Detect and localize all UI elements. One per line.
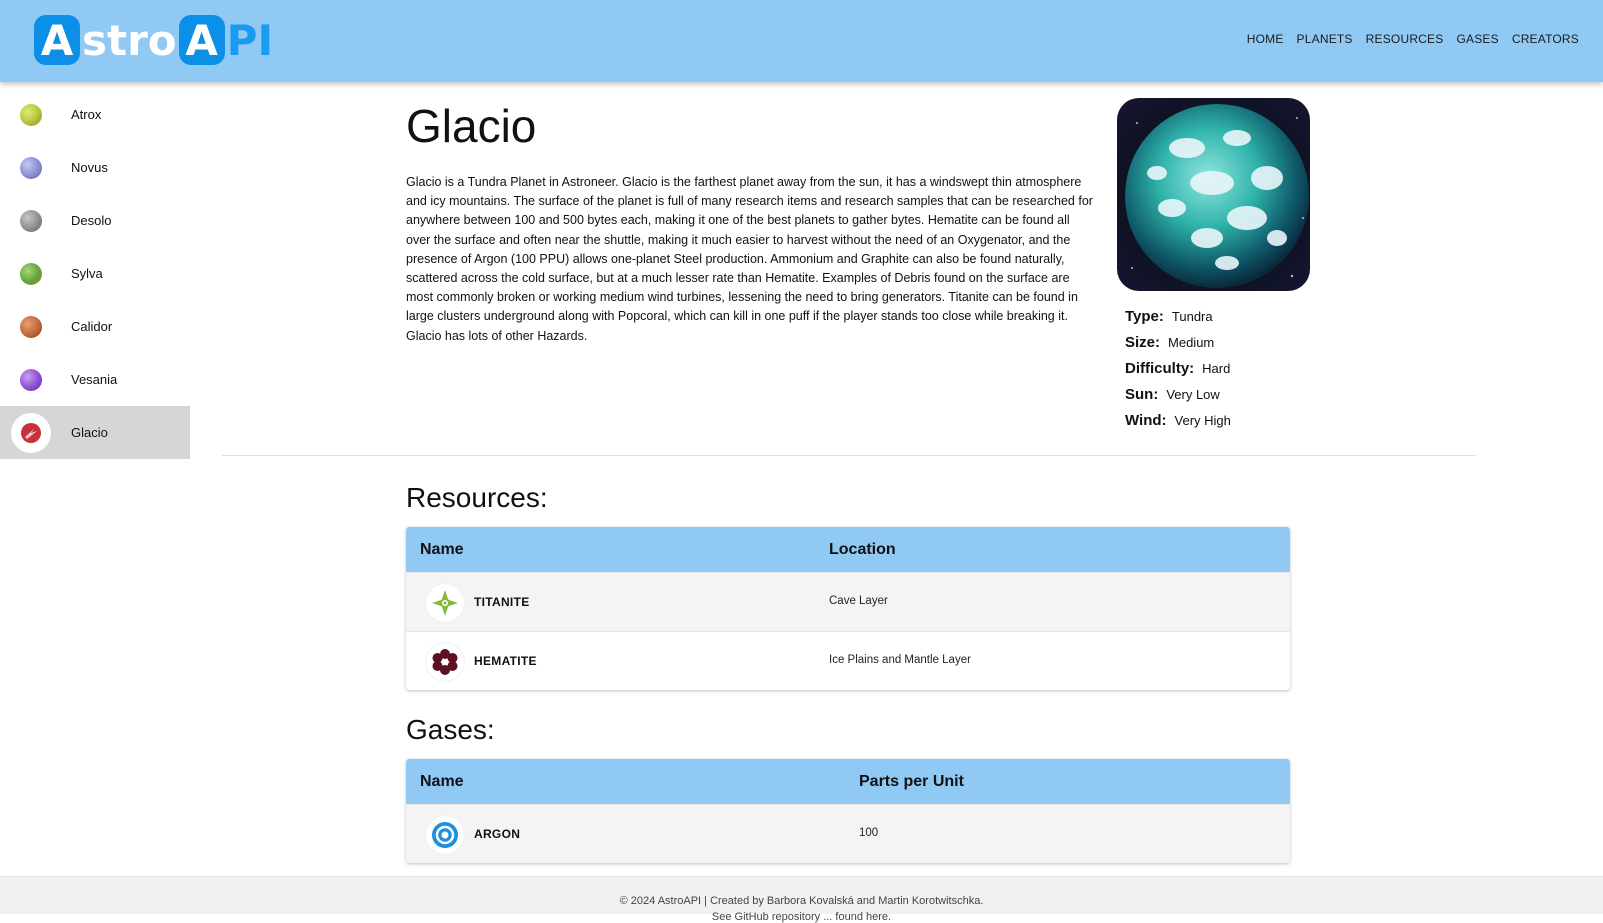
planet-description: Glacio is a Tundra Planet in Astroneer. … [406,175,1093,343]
table-row[interactable]: ARGON 100 [406,804,1290,863]
argon-icon [426,816,464,854]
planet-novus-icon [20,156,42,179]
stat-label: Difficulty: [1125,360,1195,377]
page-title: Glacio [406,100,537,152]
sidebar-item-vesania[interactable]: Vesania [0,353,190,406]
column-header-name: Name [420,773,464,790]
stat-sun: Sun: Very Low [1125,386,1231,412]
hematite-icon [426,643,464,681]
resource-location: Ice Plains and Mantle Layer [829,654,971,666]
resources-table: Name Location TITANITE Cave Layer HEMATI… [406,527,1290,690]
sidebar-item-sylva[interactable]: Sylva [0,247,190,300]
planet-atrox-icon [20,103,42,126]
planet-image [1117,98,1310,291]
planet-stats: Type: Tundra Size: Medium Difficulty: Hard … [1125,308,1231,438]
footer-credits: © 2024 AstroAPI | Created by Barbora Kov… [619,895,984,907]
sidebar-item-label: Calidor [71,319,113,334]
sidebar-item-glacio[interactable]: Glacio [0,406,190,459]
stat-value: Medium [1168,335,1215,350]
stat-size: Size: Medium [1125,334,1231,360]
table-row[interactable]: TITANITE Cave Layer [406,572,1290,631]
sidebar-item-label: Desolo [71,213,112,228]
stat-label: Wind: [1125,412,1167,429]
table-row[interactable]: HEMATITE Ice Plains and Mantle Layer [406,631,1290,690]
resource-name: TITANITE [474,595,530,609]
gas-ppu: 100 [859,827,879,839]
resource-location: Cave Layer [829,595,888,607]
stat-value: Very High [1174,413,1231,428]
gases-table: Name Parts per Unit ARGON 100 [406,759,1290,863]
planet-sylva-icon [20,262,42,285]
resources-heading: Resources: [406,482,548,513]
gases-heading: Gases: [406,714,495,745]
titanite-icon [426,584,464,622]
sidebar-item-desolo[interactable]: Desolo [0,194,190,247]
logo-text-stro: stro [82,15,177,65]
sidebar-item-label: Glacio [71,425,108,440]
top-app-bar: A stro A PI HOME PLANETS RESOURCES GASES… [0,0,1603,82]
section-divider [222,455,1476,456]
logo-text-pi: PI [226,15,274,65]
logo-a-badge-icon: A [178,15,225,65]
sidebar-item-atrox[interactable]: Atrox [0,88,190,141]
astroapi-logo[interactable]: A stro A PI [34,14,273,66]
stat-label: Type: [1125,308,1164,325]
table-header: Name Location [406,527,1290,572]
nav-planets-link[interactable]: PLANETS [1297,32,1353,46]
page-footer: © 2024 AstroAPI | Created by Barbora Kov… [0,876,1603,923]
stat-wind: Wind: Very High [1125,412,1231,438]
sidebar-item-label: Novus [71,160,108,175]
column-header-location: Location [829,541,896,558]
nav-resources-link[interactable]: RESOURCES [1366,32,1444,46]
column-header-name: Name [420,541,464,558]
resource-name: HEMATITE [474,654,537,668]
planet-calidor-icon [20,315,42,338]
stat-label: Sun: [1125,386,1159,403]
sidebar-item-label: Vesania [71,372,118,387]
nav-home-link[interactable]: HOME [1247,32,1284,46]
stat-type: Type: Tundra [1125,308,1231,334]
stat-label: Size: [1125,334,1161,351]
planet-vesania-icon [20,368,42,391]
gas-name: ARGON [474,827,521,841]
nav-gases-link[interactable]: GASES [1456,32,1498,46]
stat-difficulty: Difficulty: Hard [1125,360,1231,386]
stat-value: Hard [1202,361,1231,376]
sidebar-item-label: Atrox [71,107,102,122]
column-header-ppu: Parts per Unit [859,773,964,790]
stat-value: Tundra [1171,309,1213,324]
planet-sidebar: Atrox Novus Desolo Sylva Calidor Vesania… [0,88,190,459]
nav-creators-link[interactable]: CREATORS [1512,32,1579,46]
table-header: Name Parts per Unit [406,759,1290,804]
footer-github-note[interactable]: See GitHub repository ... found here. [0,911,1603,923]
sidebar-item-label: Sylva [71,266,103,281]
logo-a-badge-icon: A [34,15,80,65]
sidebar-item-calidor[interactable]: Calidor [0,300,190,353]
planet-glacio-icon [11,412,51,453]
stat-value: Very Low [1166,387,1220,402]
planet-desolo-icon [20,209,42,232]
main-nav: HOME PLANETS RESOURCES GASES CREATORS [1247,32,1579,46]
sidebar-item-novus[interactable]: Novus [0,141,190,194]
